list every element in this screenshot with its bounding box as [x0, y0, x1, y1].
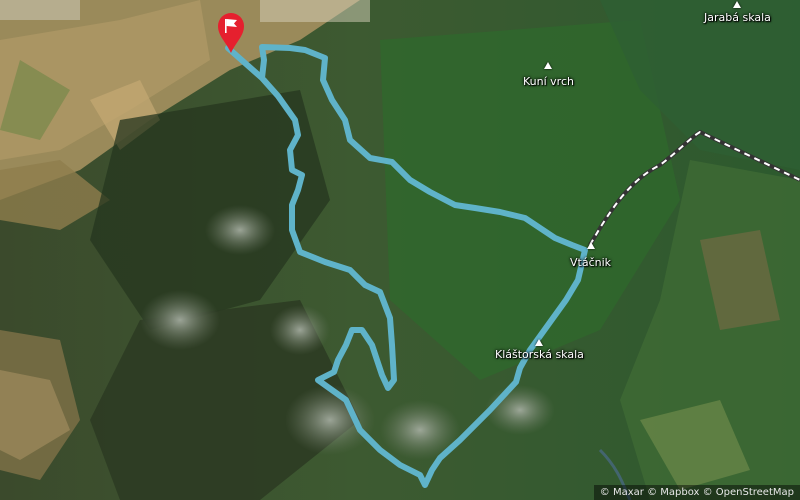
peak-icon [544, 62, 552, 69]
label-vtacnik: Vtáčnik [570, 256, 612, 269]
map-attribution: © Maxar © Mapbox © OpenStreetMap [593, 485, 800, 500]
label-klastorska-skala: Kláštorská skala [495, 348, 584, 361]
satellite-map[interactable]: Jarabá skala Kuní vrch Vtáčnik Kláštorsk… [0, 0, 800, 500]
terrain-imagery [0, 0, 800, 500]
attribution-maxar[interactable]: © Maxar [600, 487, 644, 498]
peak-icon [733, 1, 741, 8]
label-jaraba-skala: Jarabá skala [704, 11, 771, 24]
peak-icon [587, 242, 595, 249]
peak-icon [535, 339, 543, 346]
attribution-osm[interactable]: © OpenStreetMap [703, 487, 794, 498]
attribution-mapbox[interactable]: © Mapbox [647, 487, 699, 498]
flag-icon[interactable] [216, 12, 246, 54]
label-kuni-vrch: Kuní vrch [523, 75, 574, 88]
